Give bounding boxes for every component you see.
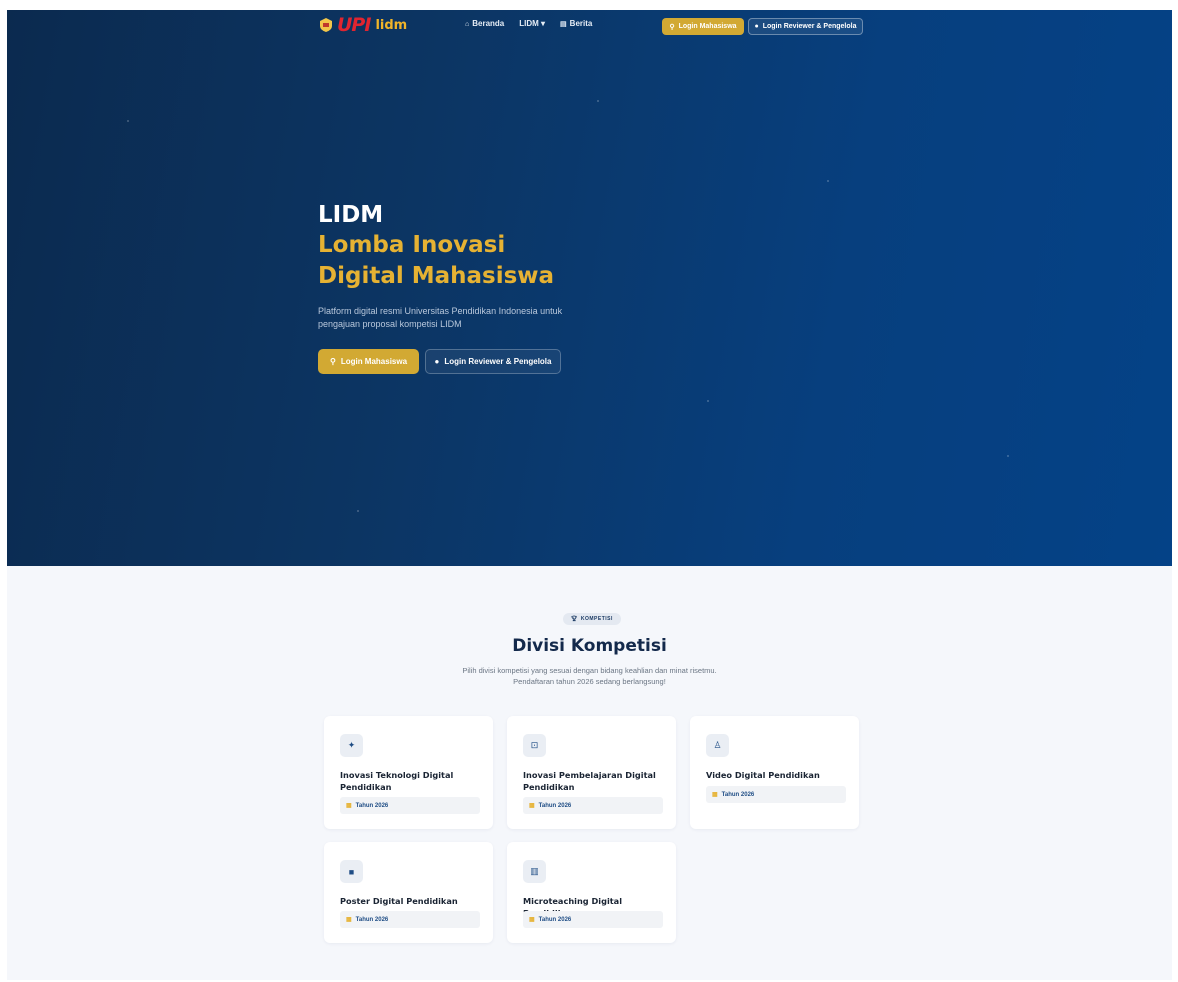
hero-title-line2: Lomba Inovasi [318, 232, 506, 258]
top-navbar: UPI lidm ⌂ Beranda LIDM ▾ ▤ Berita ⚲ Login… [7, 10, 1172, 42]
division-year: Tahun 2026 [355, 802, 389, 809]
division-year-badge: ▦ Tahun 2026 [523, 797, 663, 814]
division-year: Tahun 2026 [538, 802, 572, 809]
logo-lidm-text: lidm [375, 17, 408, 33]
badge-label: KOMPETISI [580, 616, 613, 622]
division-year: Tahun 2026 [721, 791, 755, 798]
nav-links: ⌂ Beranda LIDM ▾ ▤ Berita [465, 19, 592, 28]
home-icon: ⌂ [465, 21, 470, 28]
division-year: Tahun 2026 [355, 916, 389, 923]
nav-login-student-button[interactable]: ⚲ Login Mahasiswa [662, 18, 744, 35]
calendar-icon: ▦ [346, 917, 352, 923]
calendar-icon: ▦ [712, 792, 718, 798]
decor-dot [357, 510, 359, 512]
calendar-icon: ▦ [346, 803, 352, 809]
hero-title-line1: LIDM [318, 202, 384, 228]
calendar-icon: ▦ [529, 803, 535, 809]
logo-upi-text: UPI [337, 14, 371, 36]
student-icon: ⚲ [669, 23, 675, 31]
upi-emblem-icon [320, 18, 332, 32]
code-icon: ⊡ [523, 734, 546, 757]
division-title: Inovasi Pembelajaran Digital Pendidikan [523, 770, 656, 792]
decor-dot [1007, 455, 1009, 457]
hero-login-student-button[interactable]: ⚲ Login Mahasiswa [318, 349, 419, 374]
trophy-icon: 🏆︎ [571, 616, 578, 622]
button-label: Login Reviewer & Pengelola [444, 357, 552, 366]
user-icon: ● [434, 357, 440, 366]
division-card[interactable]: ♙ Video Digital Pendidikan ▦ Tahun 2026 [690, 716, 859, 829]
division-year: Tahun 2026 [538, 916, 572, 923]
nav-link-label: Beranda [472, 19, 505, 28]
nav-link-berita[interactable]: ▤ Berita [560, 19, 592, 28]
nav-link-label: LIDM ▾ [519, 19, 546, 28]
button-label: Login Mahasiswa [340, 357, 408, 366]
division-year-badge: ▦ Tahun 2026 [706, 786, 846, 803]
divisions-section: 🏆︎ KOMPETISI Divisi Kompetisi Pilih divi… [7, 566, 1172, 980]
division-card[interactable]: ⊡ Inovasi Pembelajaran Digital Pendidika… [507, 716, 676, 829]
hero-heading: LIDM Lomba Inovasi Digital Mahasiswa [318, 200, 554, 292]
chart-icon: ▥ [523, 860, 546, 883]
button-label: Login Mahasiswa [678, 23, 737, 30]
button-label: Login Reviewer & Pengelola [762, 23, 857, 30]
division-year-badge: ▦ Tahun 2026 [340, 797, 480, 814]
hero-title-line3: Digital Mahasiswa [318, 263, 555, 289]
division-card[interactable]: ▥ Microteaching Digital Pendidikan ▦ Tah… [507, 842, 676, 943]
hero-login-reviewer-button[interactable]: ● Login Reviewer & Pengelola [425, 349, 561, 374]
nav-link-lidm-dropdown[interactable]: LIDM ▾ [519, 19, 545, 28]
division-title: Inovasi Teknologi Digital Pendidikan [340, 770, 454, 792]
section-badge: 🏆︎ KOMPETISI [563, 613, 621, 625]
decor-dot [827, 180, 829, 182]
news-icon: ▤ [560, 21, 567, 28]
user-icon: ● [754, 23, 759, 30]
division-card[interactable]: ✦ Inovasi Teknologi Digital Pendidikan ▦… [324, 716, 493, 829]
lightbulb-icon: ✦ [340, 734, 363, 757]
hero-section: UPI lidm ⌂ Beranda LIDM ▾ ▤ Berita ⚲ Login… [7, 10, 1172, 566]
division-year-badge: ▦ Tahun 2026 [523, 911, 663, 928]
division-title: Video Digital Pendidikan [706, 770, 820, 780]
site-logo[interactable]: UPI lidm [318, 14, 407, 36]
nav-login-reviewer-button[interactable]: ● Login Reviewer & Pengelola [748, 18, 863, 35]
decor-dot [127, 120, 129, 122]
decor-dot [707, 400, 709, 402]
book-icon: ■ [340, 860, 363, 883]
calendar-icon: ▦ [529, 917, 535, 923]
nav-link-label: Berita [569, 19, 593, 28]
nav-link-beranda[interactable]: ⌂ Beranda [465, 19, 504, 28]
student-icon: ⚲ [329, 357, 336, 366]
section-title: Divisi Kompetisi [512, 636, 667, 656]
hero-description: Platform digital resmi Universitas Pendi… [318, 306, 563, 329]
teacher-icon: ♙ [706, 734, 729, 757]
section-description: Pilih divisi kompetisi yang sesuai denga… [462, 666, 717, 686]
division-title: Poster Digital Pendidikan [340, 896, 458, 906]
decor-dot [597, 100, 599, 102]
division-card[interactable]: ■ Poster Digital Pendidikan ▦ Tahun 2026 [324, 842, 493, 943]
division-year-badge: ▦ Tahun 2026 [340, 911, 480, 928]
